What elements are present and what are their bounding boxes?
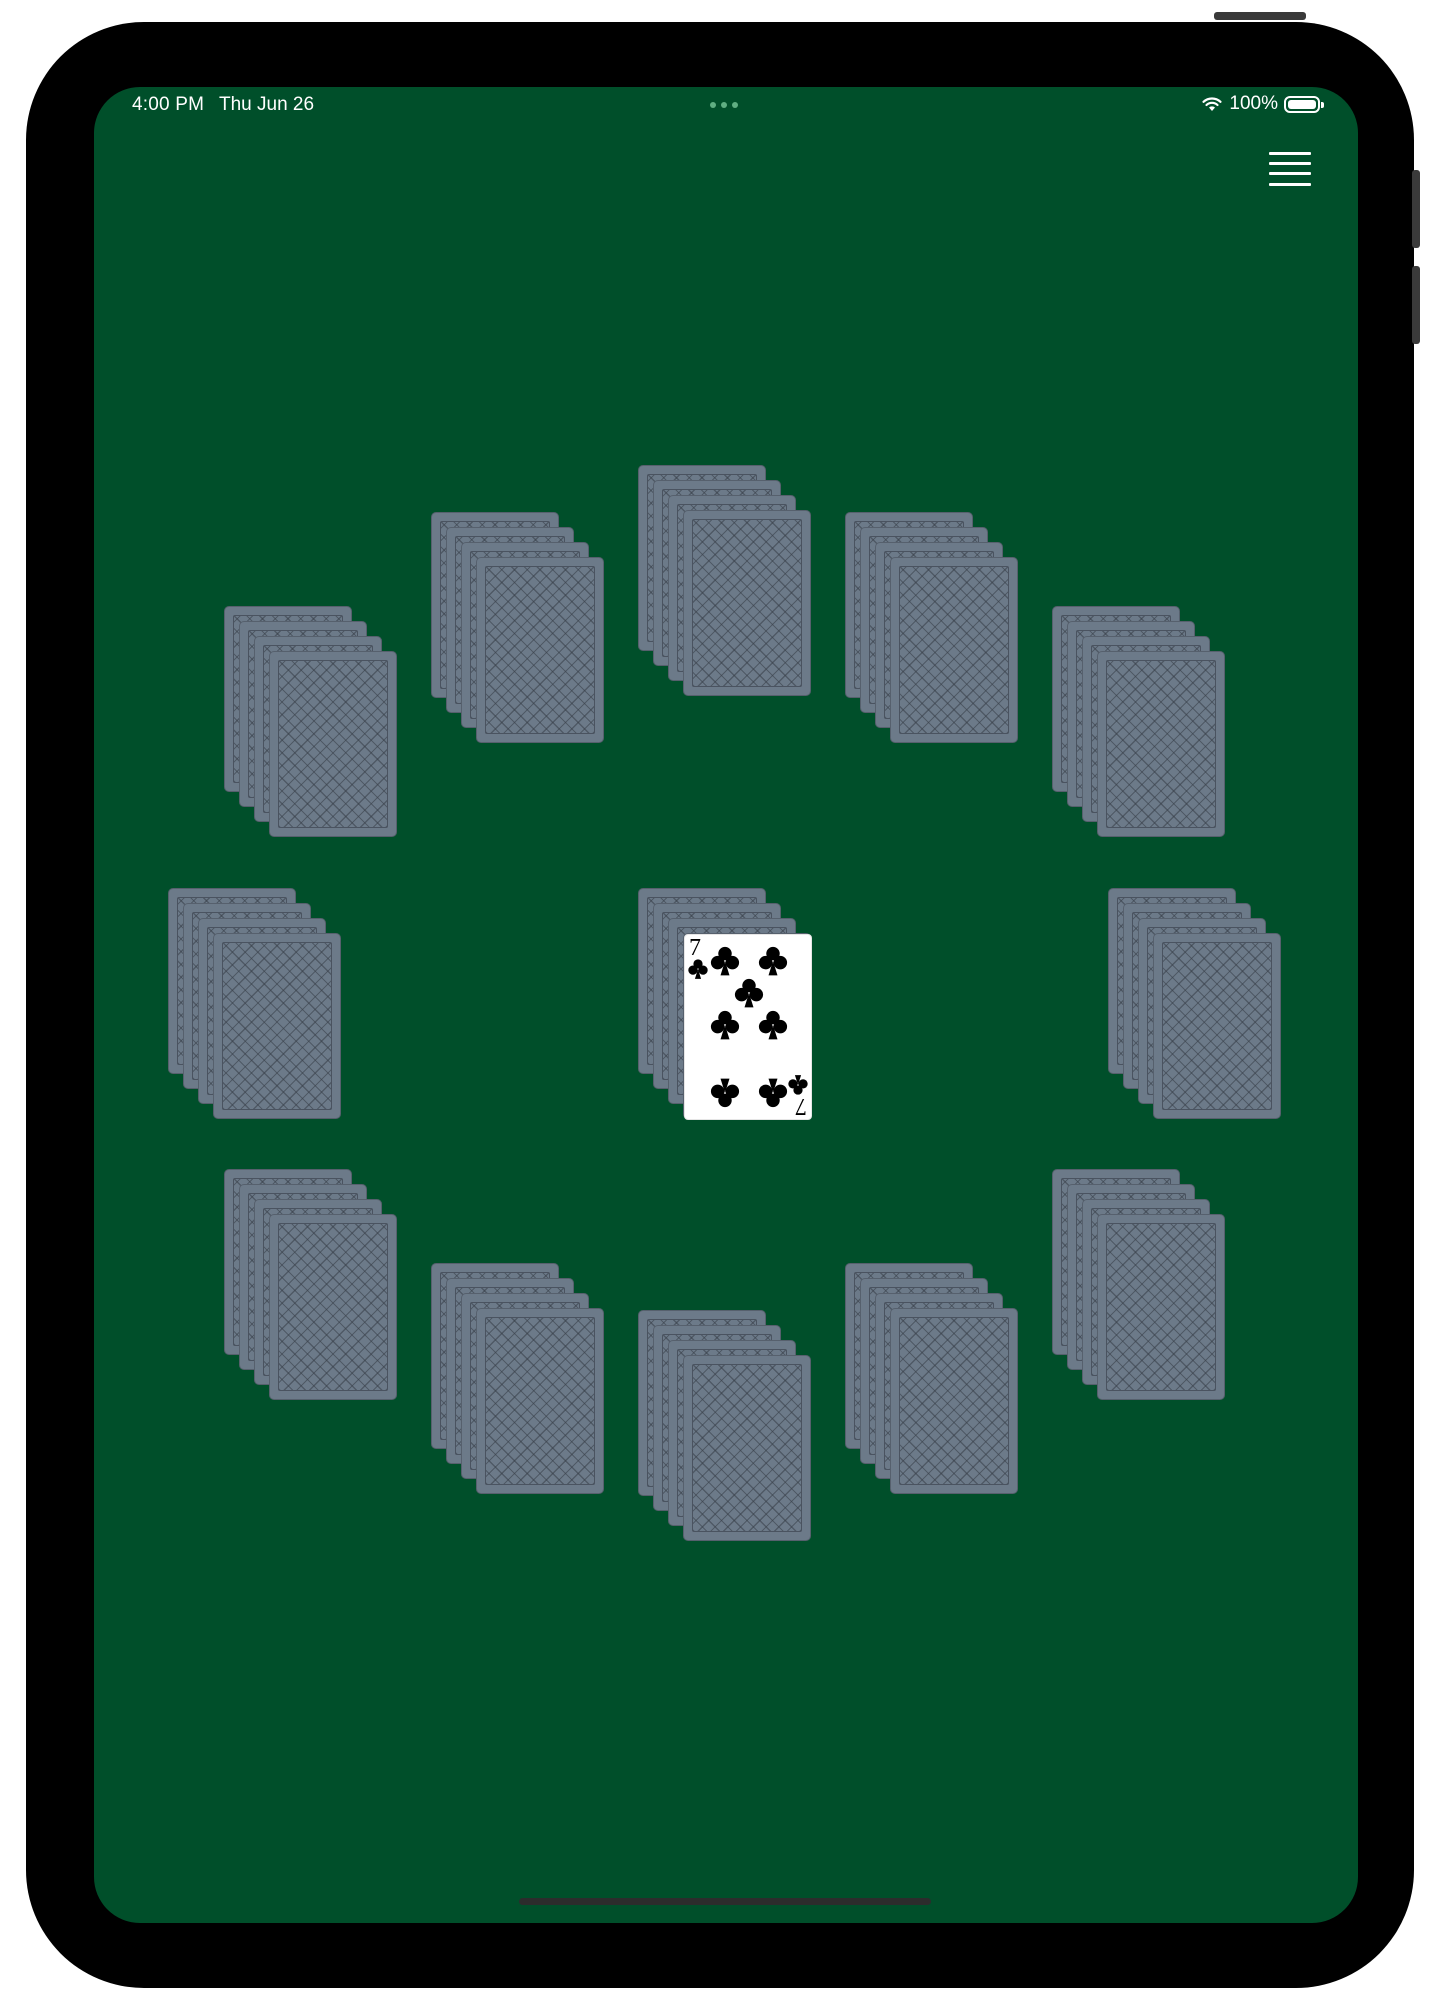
card-rank-bottom: 7 [795,1093,807,1119]
home-indicator[interactable] [519,1898,931,1905]
card-back [1097,1214,1225,1400]
status-date: Thu Jun 26 [219,94,315,115]
pile-upper-right-inner[interactable] [845,512,1019,744]
card-back [213,933,341,1119]
volume-up-button [1412,170,1420,248]
status-time: 4:00 PM [132,94,205,115]
pile-center[interactable]: 77 [638,888,812,1120]
card-back [476,557,604,743]
volume-down-button [1412,266,1420,344]
pile-top[interactable] [638,465,812,697]
club-icon [687,958,709,980]
pile-upper-left-inner[interactable] [431,512,605,744]
pile-upper-right-outer[interactable] [1052,606,1226,838]
card-rank-top: 7 [689,935,701,961]
club-icon [757,945,789,977]
club-icon [709,945,741,977]
club-icon [709,1009,741,1041]
pile-lower-right-inner[interactable] [845,1263,1019,1495]
card-back [1097,651,1225,837]
hamburger-menu-icon[interactable] [1269,149,1313,191]
card-back [890,1308,1018,1494]
top-button [1214,12,1306,20]
status-bar: 4:00 PM Thu Jun 26 100% [94,87,1358,123]
wifi-icon [1202,97,1222,111]
pile-left[interactable] [168,888,342,1120]
pile-upper-left-outer[interactable] [224,606,398,838]
status-right: 100% [1201,93,1324,115]
card-back [1153,933,1281,1119]
card-face-seven-of-clubs[interactable]: 77 [684,934,812,1120]
battery-percent: 100% [1229,93,1278,114]
pile-lower-left-inner[interactable] [431,1263,605,1495]
club-icon [757,1009,789,1041]
club-icon [733,977,765,1009]
card-back [683,1355,811,1541]
multitasking-dots-icon[interactable] [710,102,738,108]
pile-bottom[interactable] [638,1310,812,1542]
card-back [890,557,1018,743]
pile-lower-left-outer[interactable] [224,1169,398,1401]
club-icon [757,1077,789,1109]
card-back [476,1308,604,1494]
pile-lower-right-outer[interactable] [1052,1169,1226,1401]
game-screen: 4:00 PM Thu Jun 26 100% 77 [94,87,1358,1923]
club-icon [787,1074,809,1096]
card-back [683,510,811,696]
card-back [269,651,397,837]
card-back [269,1214,397,1400]
club-icon [709,1077,741,1109]
pile-right[interactable] [1108,888,1282,1120]
battery-icon [1284,95,1324,113]
